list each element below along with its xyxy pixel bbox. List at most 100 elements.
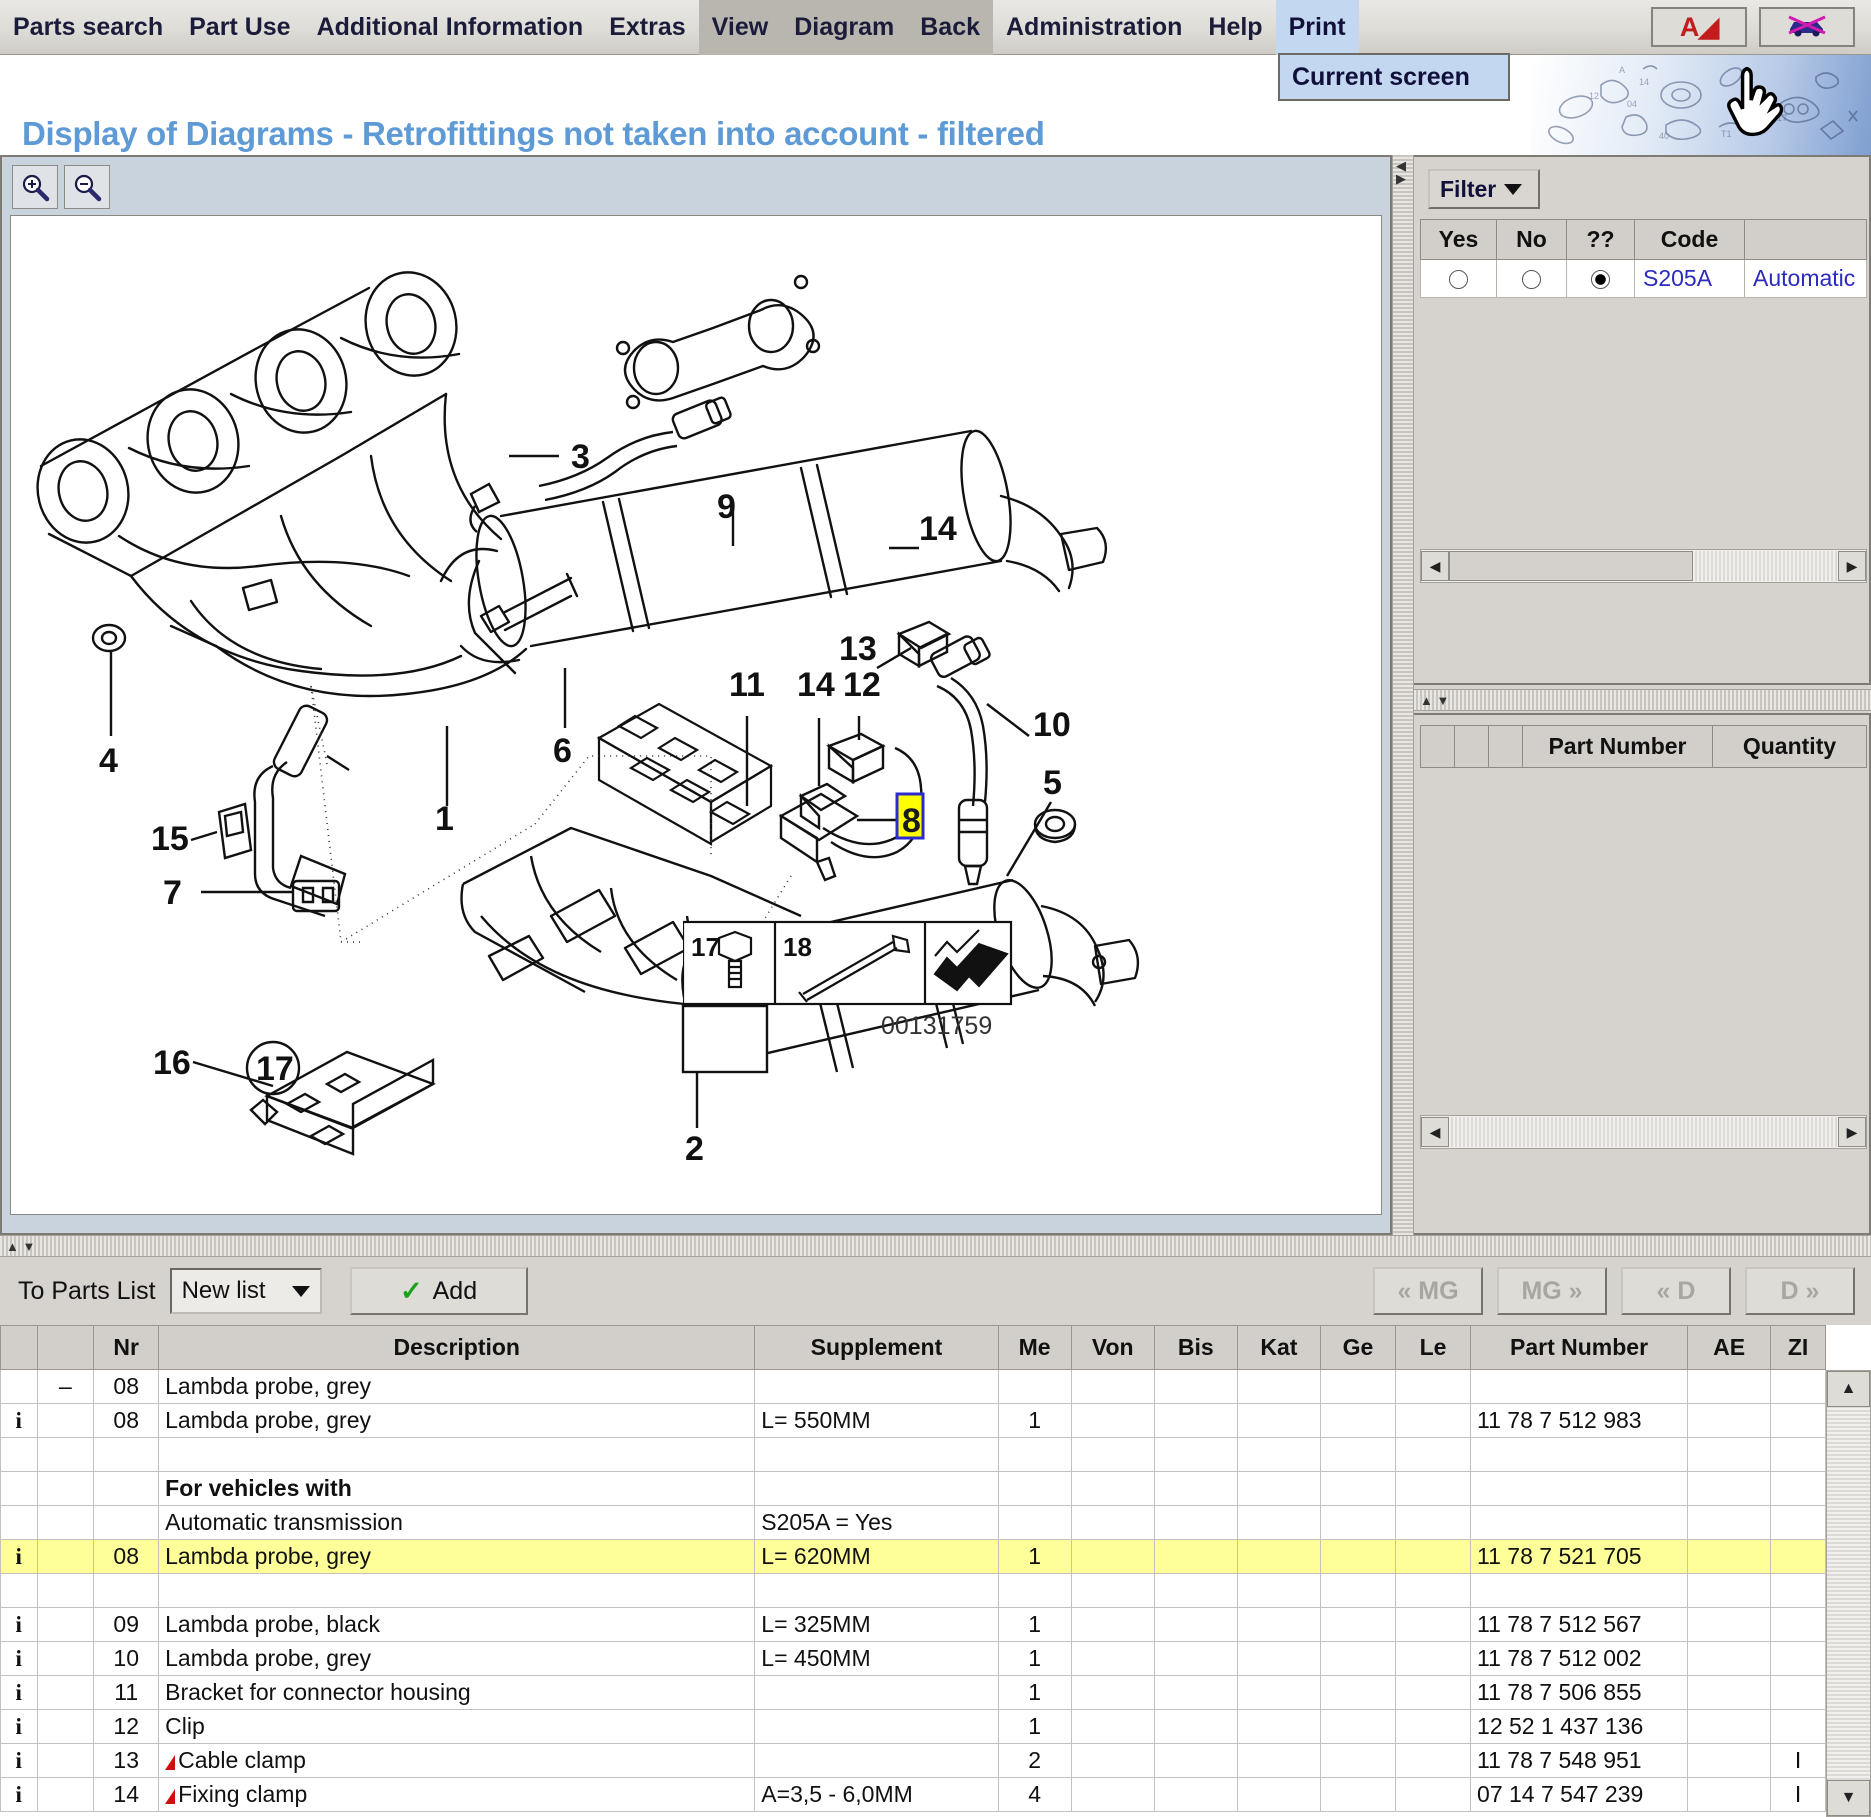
main-splitter-arrows[interactable]: ▲ ▼ xyxy=(6,1240,35,1253)
menu-administration[interactable]: Administration xyxy=(993,0,1195,55)
col-zi[interactable]: ZI xyxy=(1770,1325,1826,1370)
main-horizontal-splitter[interactable]: ▲ ▼ xyxy=(0,1235,1871,1257)
filter-col-code[interactable]: Code xyxy=(1634,219,1745,260)
pn-col-blank2[interactable] xyxy=(1454,725,1489,768)
pn-col-blank3[interactable] xyxy=(1488,725,1523,768)
radio-no[interactable] xyxy=(1522,270,1541,290)
cell-exp[interactable]: – xyxy=(36,1369,95,1404)
zoom-in-button[interactable] xyxy=(12,165,58,209)
filter-horizontal-scrollbar[interactable]: ◀ ▶ xyxy=(1420,549,1867,583)
radio-yes[interactable] xyxy=(1449,270,1468,290)
table-row[interactable]: i 10 Lambda probe, grey L= 450MM 1 11 78 7 51… xyxy=(0,1641,1826,1676)
parts-table-container[interactable]: Nr Description Supplement Me Von Bis Kat… xyxy=(0,1325,1871,1817)
part-number-horizontal-scrollbar[interactable]: ◀ ▶ xyxy=(1420,1115,1867,1149)
vehicle-icon-button[interactable] xyxy=(1759,7,1855,47)
filter-radio-yes-cell[interactable] xyxy=(1420,259,1497,298)
pn-col-blank1[interactable] xyxy=(1420,725,1455,768)
table-row[interactable]: i 08 Lambda probe, grey L= 550MM 1 11 78 7 51… xyxy=(0,1403,1826,1438)
filter-description-value[interactable]: Automatic xyxy=(1744,259,1867,298)
col-expand[interactable] xyxy=(36,1325,95,1370)
table-row[interactable]: Automatic transmission S205A = Yes xyxy=(0,1505,1826,1540)
menu-help[interactable]: Help xyxy=(1195,0,1275,55)
right-panel-splitter[interactable]: ▲ ▼ xyxy=(1414,689,1871,711)
table-row[interactable]: i 12 Clip 1 12 52 1 437 136 xyxy=(0,1709,1826,1744)
cell-info[interactable]: i xyxy=(0,1743,38,1778)
prev-mg-button[interactable]: « MG xyxy=(1373,1267,1483,1315)
filter-radio-unknown-cell[interactable] xyxy=(1566,259,1635,298)
col-ae[interactable]: AE xyxy=(1686,1325,1772,1370)
menu-parts-search[interactable]: Parts search xyxy=(0,0,176,55)
col-nr[interactable]: Nr xyxy=(93,1325,160,1370)
menu-print[interactable]: Print xyxy=(1275,0,1359,55)
pn-scroll-right-arrow[interactable]: ▶ xyxy=(1838,1117,1866,1147)
table-row[interactable]: For vehicles with xyxy=(0,1471,1826,1506)
table-row[interactable]: i 09 Lambda probe, black L= 325MM 1 11 78 7 5… xyxy=(0,1607,1826,1642)
filter-button[interactable]: Filter xyxy=(1428,169,1540,209)
menu-part-use[interactable]: Part Use xyxy=(176,0,303,55)
menu-view[interactable]: View xyxy=(698,0,782,55)
table-row[interactable] xyxy=(0,1437,1826,1472)
print-menu-dropdown[interactable]: Current screen xyxy=(1278,53,1510,101)
filter-col-description[interactable] xyxy=(1744,219,1867,260)
vertical-splitter[interactable]: ◀ ▶ xyxy=(1392,155,1414,1235)
right-splitter-arrows[interactable]: ▲ ▼ xyxy=(1420,694,1449,707)
part-number-empty-area xyxy=(1420,777,1867,1107)
table-row[interactable] xyxy=(0,1573,1826,1608)
filter-radio-no-cell[interactable] xyxy=(1496,259,1567,298)
parts-table-vertical-scrollbar[interactable]: ▲ ▼ xyxy=(1826,1370,1871,1817)
font-size-icon-button[interactable]: A◢ xyxy=(1651,7,1747,47)
col-supplement[interactable]: Supplement xyxy=(754,1325,999,1370)
pn-col-part-number[interactable]: Part Number xyxy=(1522,725,1713,768)
print-menu-item-current-screen[interactable]: Current screen xyxy=(1292,63,1470,92)
table-row[interactable]: i 13 Cable clamp 2 11 78 7 548 951 I xyxy=(0,1743,1826,1778)
filter-col-no[interactable]: No xyxy=(1496,219,1567,260)
next-d-button[interactable]: D » xyxy=(1745,1267,1855,1315)
parts-scroll-track[interactable] xyxy=(1827,1407,1870,1782)
radio-unknown[interactable] xyxy=(1591,270,1610,290)
cell-info[interactable]: i xyxy=(0,1675,38,1710)
cell-info[interactable]: i xyxy=(0,1777,38,1812)
col-von[interactable]: Von xyxy=(1070,1325,1155,1370)
pn-scroll-left-arrow[interactable]: ◀ xyxy=(1421,1117,1449,1147)
pn-scroll-track[interactable] xyxy=(1449,1117,1838,1147)
pn-col-quantity[interactable]: Quantity xyxy=(1712,725,1867,768)
parts-list-select[interactable]: New list xyxy=(169,1268,322,1314)
filter-col-unknown[interactable]: ?? xyxy=(1566,219,1635,260)
filter-row[interactable]: S205A Automatic xyxy=(1420,259,1867,298)
col-bis[interactable]: Bis xyxy=(1153,1325,1238,1370)
col-le[interactable]: Le xyxy=(1395,1325,1472,1370)
col-ge[interactable]: Ge xyxy=(1319,1325,1397,1370)
table-row[interactable]: i 08 Lambda probe, grey L= 620MM 1 11 78 7 52… xyxy=(0,1539,1826,1574)
cell-info[interactable]: i xyxy=(0,1607,38,1642)
filter-scroll-left-arrow[interactable]: ◀ xyxy=(1421,551,1449,581)
col-me[interactable]: Me xyxy=(997,1325,1072,1370)
filter-scroll-track[interactable] xyxy=(1693,551,1838,581)
table-row[interactable]: i 11 Bracket for connector housing 1 11 78 7… xyxy=(0,1675,1826,1710)
parts-scroll-up-arrow[interactable]: ▲ xyxy=(1827,1371,1870,1407)
filter-scroll-right-arrow[interactable]: ▶ xyxy=(1838,551,1866,581)
cell-info[interactable]: i xyxy=(0,1539,38,1574)
diagram-canvas[interactable]: 1 2 3 4 5 6 7 9 10 11 12 13 14 14 15 16 … xyxy=(10,215,1382,1215)
cell-info[interactable]: i xyxy=(0,1641,38,1676)
prev-d-button[interactable]: « D xyxy=(1621,1267,1731,1315)
add-button[interactable]: ✓ Add xyxy=(349,1267,528,1315)
menu-additional-information[interactable]: Additional Information xyxy=(304,0,597,55)
col-info[interactable] xyxy=(0,1325,38,1370)
menu-diagram[interactable]: Diagram xyxy=(781,0,908,55)
next-mg-button[interactable]: MG » xyxy=(1497,1267,1607,1315)
table-row[interactable]: –08 Lambda probe, grey xyxy=(0,1369,1826,1404)
cell-info[interactable]: i xyxy=(0,1403,38,1438)
menu-extras[interactable]: Extras xyxy=(596,0,698,55)
filter-col-yes[interactable]: Yes xyxy=(1420,219,1497,260)
filter-code-value[interactable]: S205A xyxy=(1634,259,1745,298)
col-kat[interactable]: Kat xyxy=(1236,1325,1322,1370)
vsplit-collapse-arrows[interactable]: ◀ ▶ xyxy=(1396,159,1406,185)
parts-scroll-down-arrow[interactable]: ▼ xyxy=(1827,1780,1870,1816)
col-description[interactable]: Description xyxy=(158,1325,756,1370)
filter-scroll-thumb[interactable] xyxy=(1449,551,1693,581)
table-row[interactable]: i 14 Fixing clamp A=3,5 - 6,0MM 4 07 14 7 547… xyxy=(0,1777,1826,1812)
cell-info[interactable]: i xyxy=(0,1709,38,1744)
zoom-out-button[interactable] xyxy=(64,165,110,209)
menu-back[interactable]: Back xyxy=(907,0,993,55)
col-part-number[interactable]: Part Number xyxy=(1470,1325,1688,1370)
